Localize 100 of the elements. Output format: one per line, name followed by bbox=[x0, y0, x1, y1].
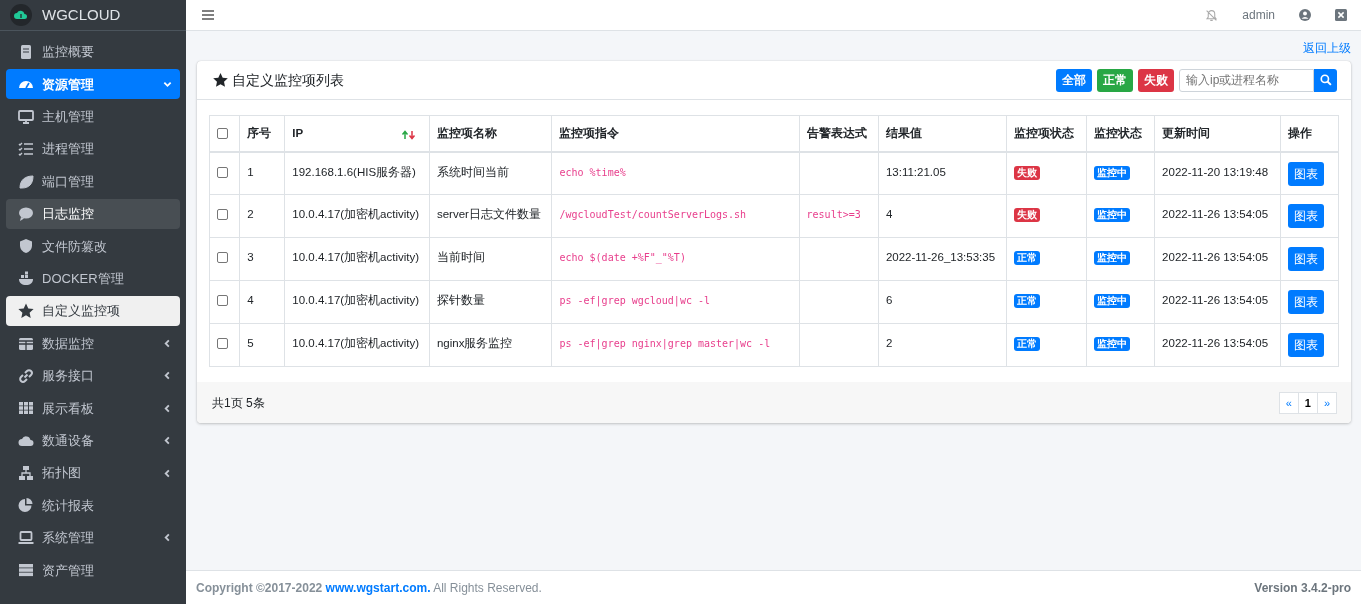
chevron-icon bbox=[163, 436, 172, 446]
chart-button[interactable]: 图表 bbox=[1287, 290, 1324, 314]
column-header: IP bbox=[292, 126, 304, 139]
sidebar-item[interactable]: 资源管理 bbox=[6, 69, 180, 100]
sidebar-item[interactable]: 进程管理 bbox=[6, 134, 180, 165]
status-badge: 监控中 bbox=[1093, 208, 1130, 222]
chevron-icon bbox=[163, 339, 172, 348]
chart-button[interactable]: 图表 bbox=[1287, 333, 1324, 357]
status-badge: 正常 bbox=[1014, 294, 1041, 308]
table-cell: 192.168.1.6(HIS服务器) bbox=[292, 165, 416, 178]
table-cell: 10.0.4.17(加密机activity) bbox=[292, 294, 420, 306]
chart-button[interactable]: 图表 bbox=[1287, 161, 1324, 186]
filter-button[interactable]: 全部 bbox=[1056, 68, 1092, 92]
table-cell: 5 bbox=[247, 337, 254, 349]
chart-button[interactable]: 图表 bbox=[1287, 247, 1324, 271]
sidebar-item[interactable]: 拓扑图 bbox=[6, 458, 180, 489]
grid-icon bbox=[18, 400, 34, 417]
checkbox[interactable] bbox=[217, 128, 228, 140]
column-header: 序号 bbox=[247, 126, 272, 139]
table-cell: 10.0.4.17(加密机activity) bbox=[292, 337, 420, 349]
table-cell: 2022-11-26 13:54:05 bbox=[1162, 337, 1269, 349]
status-badge: 监控中 bbox=[1093, 251, 1130, 265]
search-field[interactable]: 输入ip或进程名称 bbox=[1179, 68, 1314, 92]
column-header: 监控状态 bbox=[1093, 126, 1142, 139]
sidebar-item[interactable]: 主机管理 bbox=[6, 101, 180, 132]
leaf-icon bbox=[18, 173, 34, 190]
link-icon bbox=[18, 367, 34, 384]
sidebar-item[interactable]: 数据监控 bbox=[6, 328, 180, 359]
back-link[interactable]: 返回上级 bbox=[1303, 39, 1351, 57]
table-cell: server日志文件数量 bbox=[436, 208, 541, 220]
sidebar-item[interactable]: 统计报表 bbox=[6, 490, 180, 521]
page-link[interactable]: 1 bbox=[1297, 391, 1318, 414]
user-icon[interactable] bbox=[1299, 9, 1311, 21]
table-cell: 2 bbox=[885, 337, 893, 349]
sidebar-item[interactable]: 监控概要 bbox=[6, 37, 180, 67]
sidebar-item[interactable]: 服务接口 bbox=[6, 360, 180, 391]
sitemap-icon bbox=[18, 465, 34, 482]
sidebar-item[interactable]: 展示看板 bbox=[6, 393, 180, 424]
table-cell: 系统时间当前 bbox=[436, 165, 509, 178]
table-cell: 2022-11-26 13:54:05 bbox=[1162, 251, 1269, 263]
brand-name[interactable]: WGCLOUD bbox=[42, 3, 121, 27]
table-cell: 2022-11-26 13:54:05 bbox=[1162, 208, 1269, 220]
column-header: 操作 bbox=[1287, 126, 1312, 139]
sort-arrows-icon[interactable] bbox=[400, 130, 417, 140]
checkbox[interactable] bbox=[217, 166, 228, 178]
table-cell: 10.0.4.17(加密机activity) bbox=[292, 208, 420, 220]
book-icon bbox=[18, 44, 34, 60]
close-icon[interactable] bbox=[1335, 9, 1347, 21]
cloud-logo-icon bbox=[10, 4, 32, 26]
chart-button[interactable]: 图表 bbox=[1287, 204, 1324, 228]
command-text: echo %time% bbox=[559, 166, 626, 178]
search-button[interactable] bbox=[1314, 68, 1337, 92]
sidebar-item[interactable]: 端口管理 bbox=[6, 166, 180, 197]
sidebar-item[interactable]: DOCKER管理 bbox=[6, 263, 180, 294]
server-icon bbox=[18, 562, 34, 579]
version-text: Version 3.4.2-pro bbox=[1254, 579, 1351, 597]
whale-icon bbox=[18, 270, 34, 287]
username[interactable]: admin bbox=[1242, 6, 1275, 24]
column-header: 监控项指令 bbox=[559, 126, 620, 139]
table-cell: nginx服务监控 bbox=[436, 337, 513, 349]
command-text: echo $(date +%F"_"%T) bbox=[559, 252, 686, 263]
checkbox[interactable] bbox=[217, 295, 228, 307]
sidebar-item[interactable]: 自定义监控项 bbox=[6, 296, 180, 327]
star-icon bbox=[213, 73, 228, 87]
status-badge: 失败 bbox=[1014, 165, 1041, 180]
status-badge: 正常 bbox=[1014, 337, 1041, 351]
bell-slash-icon[interactable] bbox=[1205, 8, 1219, 22]
sidebar-item[interactable]: 系统管理 bbox=[6, 522, 180, 553]
status-badge: 监控中 bbox=[1093, 337, 1130, 351]
sidebar-item[interactable]: 数通设备 bbox=[6, 425, 180, 456]
column-header: 监控项状态 bbox=[1014, 126, 1075, 139]
pie-chart-icon bbox=[18, 497, 34, 514]
table-icon bbox=[18, 335, 34, 352]
chevron-icon bbox=[163, 371, 172, 381]
table-cell: 10.0.4.17(加密机activity) bbox=[292, 251, 420, 263]
sidebar-item[interactable]: 文件防篡改 bbox=[6, 231, 180, 262]
card-title: 自定义监控项列表 bbox=[232, 70, 344, 90]
command-text: ps -ef|grep wgcloud|wc -l bbox=[559, 295, 710, 306]
website-link[interactable]: www.wgstart.com. bbox=[325, 580, 431, 595]
status-badge: 监控中 bbox=[1093, 165, 1130, 180]
copyright-text: Copyright ©2017-2022 www.wgstart.com. All Rights Reserved. bbox=[196, 579, 542, 597]
status-badge: 正常 bbox=[1014, 251, 1041, 265]
chevron-icon bbox=[163, 403, 172, 413]
page-summary: 共1页 5条 bbox=[212, 394, 265, 412]
menu-icon[interactable] bbox=[202, 10, 214, 20]
page-link[interactable]: » bbox=[1316, 391, 1337, 414]
column-header: 监控项名称 bbox=[436, 126, 497, 139]
table-cell: 6 bbox=[885, 294, 893, 306]
checkbox[interactable] bbox=[217, 209, 228, 221]
sidebar-item[interactable]: 资产管理 bbox=[6, 555, 180, 586]
checkbox[interactable] bbox=[217, 252, 228, 264]
chevron-icon bbox=[163, 533, 172, 543]
expression-text: result>=3 bbox=[806, 209, 861, 220]
table-cell: 1 bbox=[247, 165, 254, 178]
checkbox[interactable] bbox=[217, 338, 228, 350]
filter-button[interactable]: 失败 bbox=[1138, 68, 1174, 92]
table-cell: 探针数量 bbox=[436, 294, 485, 306]
page-link[interactable]: « bbox=[1278, 391, 1299, 414]
sidebar-item[interactable]: 日志监控 bbox=[6, 198, 180, 229]
checklist-icon bbox=[18, 141, 34, 158]
